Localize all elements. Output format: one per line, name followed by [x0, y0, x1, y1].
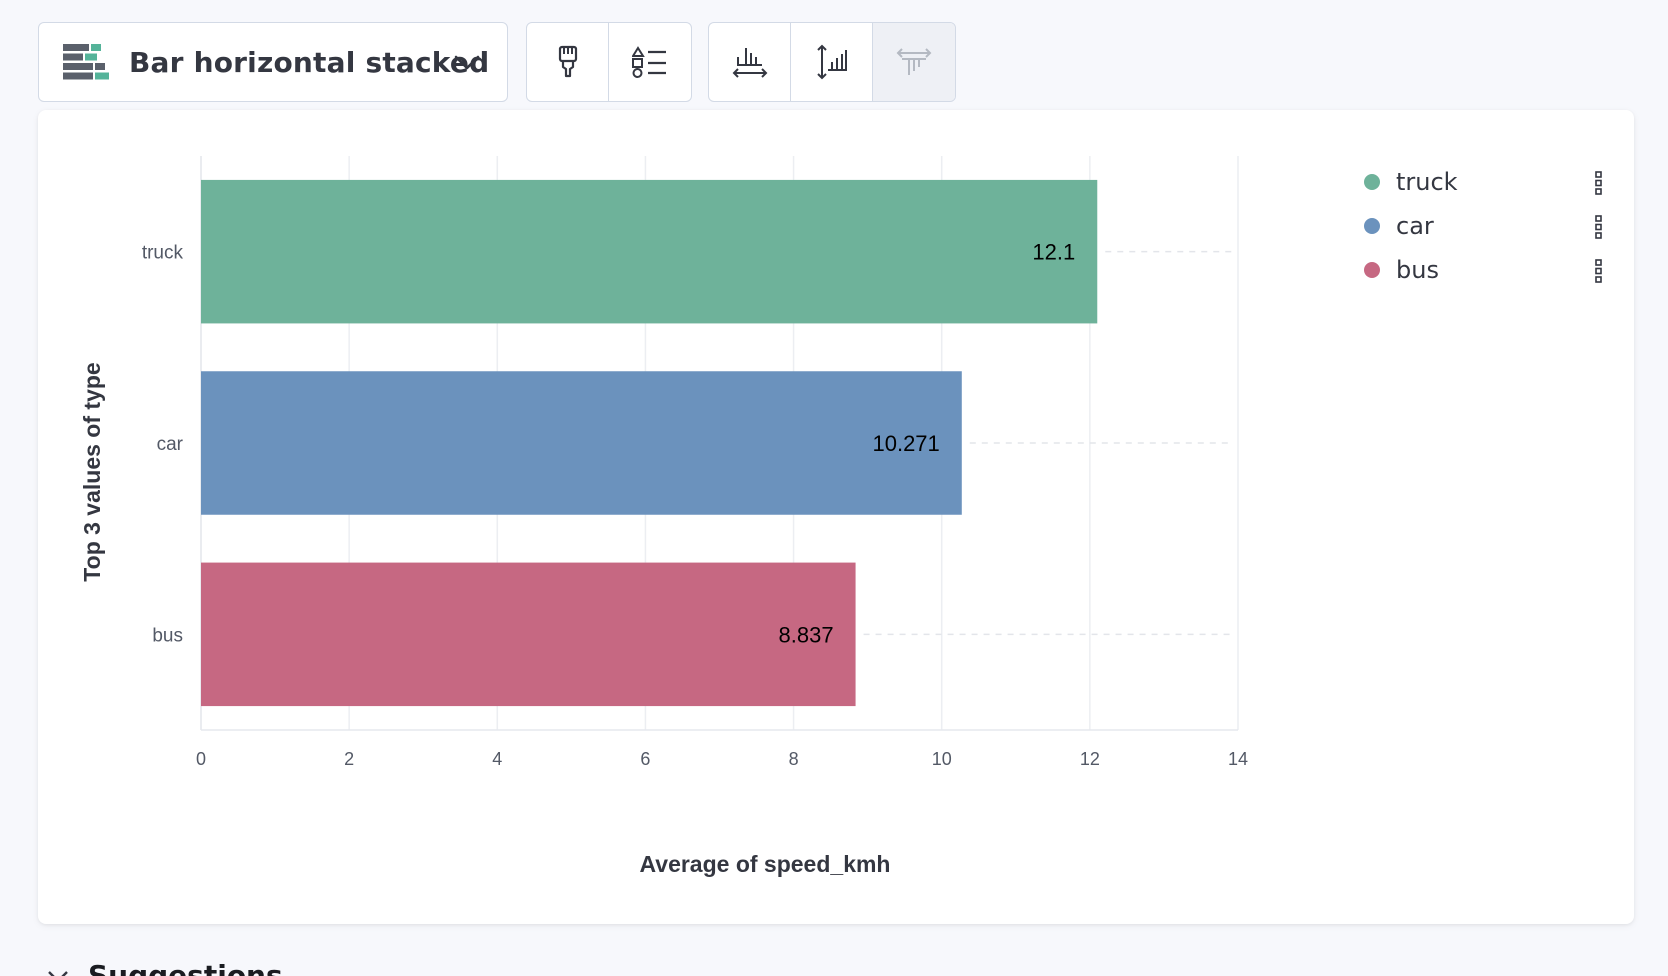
- x-tick-label: 12: [1080, 749, 1100, 769]
- y-axis-title: Top 3 values of type: [79, 362, 105, 581]
- legend: truck car bus: [1360, 160, 1640, 292]
- legend-item-bus[interactable]: bus: [1360, 248, 1640, 292]
- suggestions-toggle[interactable]: Suggestions: [46, 958, 283, 976]
- x-tick-label: 4: [492, 749, 502, 769]
- bar-value-label: 12.1: [1032, 240, 1075, 265]
- horizontal-axis-icon: [732, 48, 767, 78]
- x-tick-label: 6: [640, 749, 650, 769]
- bar-value-label: 8.837: [779, 622, 834, 647]
- more-actions-icon[interactable]: [1594, 214, 1604, 240]
- visual-options-button[interactable]: [527, 23, 609, 101]
- left-axis-button[interactable]: [791, 23, 873, 101]
- x-tick-label: 10: [932, 749, 952, 769]
- y-tick-label: car: [157, 434, 184, 455]
- chart-type-switcher[interactable]: Bar horizontal stacked: [38, 22, 508, 102]
- bar-car[interactable]: [201, 371, 962, 515]
- x-tick-label: 0: [196, 749, 206, 769]
- bar-truck[interactable]: [201, 179, 1098, 324]
- right-axis-button[interactable]: [873, 23, 955, 101]
- legend-item-label: truck: [1396, 168, 1458, 196]
- axis-settings-group: [708, 22, 956, 102]
- legend-item-label: car: [1396, 212, 1434, 240]
- legend-list-icon: [632, 46, 666, 78]
- suggestions-title: Suggestions: [88, 959, 283, 976]
- legend-item-car[interactable]: car: [1360, 204, 1640, 248]
- bar-value-label: 10.271: [872, 431, 939, 456]
- vertical-left-axis-icon: [816, 44, 847, 80]
- bar-bus[interactable]: [201, 562, 856, 707]
- visual-options-group: [526, 22, 692, 102]
- x-tick-label: 2: [344, 749, 354, 769]
- y-tick-label: truck: [142, 243, 184, 264]
- y-tick-label: bus: [152, 625, 183, 646]
- bar-horizontal-stacked-icon: [63, 44, 109, 80]
- more-actions-icon[interactable]: [1594, 170, 1604, 196]
- chevron-down-icon: [48, 971, 68, 976]
- chart-type-label: Bar horizontal stacked: [129, 45, 490, 79]
- x-axis-title: Average of speed_kmh: [640, 851, 891, 877]
- legend-color-dot: [1364, 262, 1380, 278]
- chevron-down-icon: [454, 55, 480, 70]
- legend-item-label: bus: [1396, 256, 1439, 284]
- legend-settings-button[interactable]: [609, 23, 691, 101]
- legend-item-truck[interactable]: truck: [1360, 160, 1640, 204]
- vertical-right-axis-icon: [896, 48, 932, 75]
- legend-color-dot: [1364, 174, 1380, 190]
- paintbrush-icon: [558, 45, 577, 78]
- x-tick-label: 14: [1228, 749, 1248, 769]
- more-actions-icon[interactable]: [1594, 258, 1604, 284]
- chart-panel: 0 2 4 6 8 10 12 14 12.1 truck 10.271 car 8.837 bus Av…: [38, 110, 1634, 924]
- bottom-axis-button[interactable]: [709, 23, 791, 101]
- legend-color-dot: [1364, 218, 1380, 234]
- x-tick-label: 8: [789, 749, 799, 769]
